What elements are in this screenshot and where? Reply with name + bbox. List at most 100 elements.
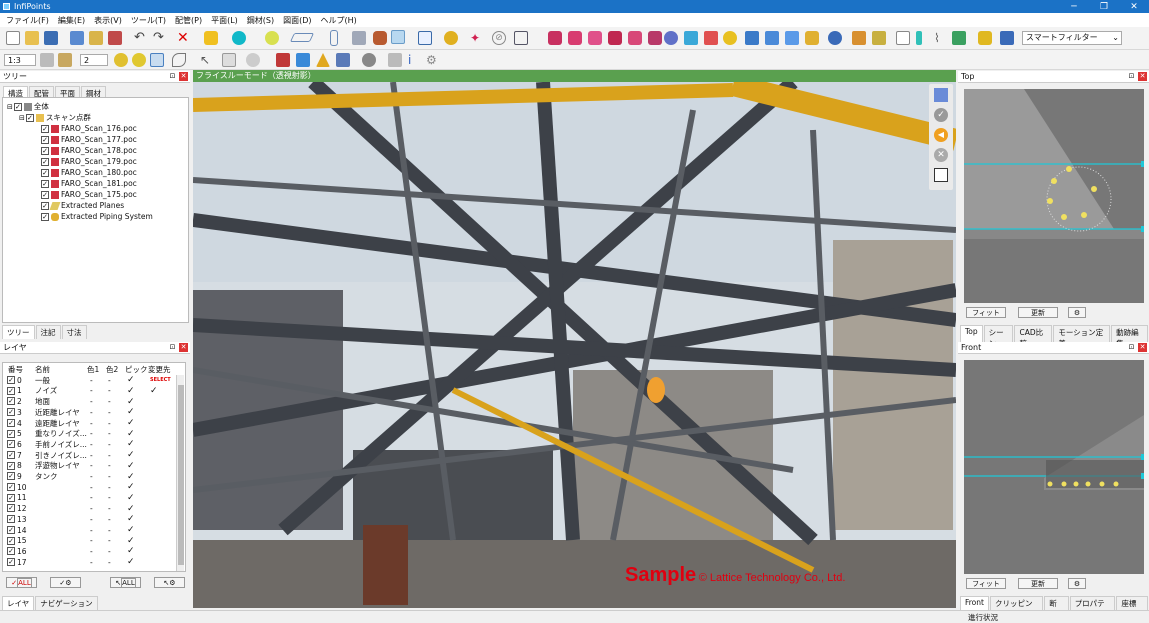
- top-view-canvas[interactable]: [964, 89, 1145, 303]
- box-select-icon[interactable]: [204, 31, 218, 45]
- paperclip-icon[interactable]: ⌇: [934, 31, 948, 45]
- tree-node-scan[interactable]: ✓ FARO_Scan_181.poc: [41, 178, 137, 189]
- layer-visible-checkbox[interactable]: ✓: [7, 483, 15, 491]
- menu-piping[interactable]: 配管(P): [175, 15, 202, 26]
- view-icon[interactable]: [418, 31, 432, 45]
- tree-node-scan[interactable]: ✓ FARO_Scan_180.poc: [41, 167, 137, 178]
- pin-icon[interactable]: ⊡: [1127, 343, 1136, 352]
- layer-pick-cell[interactable]: ✓: [127, 429, 135, 439]
- tab-annotation[interactable]: 注記: [35, 325, 61, 339]
- layer-pick-cell[interactable]: ✓: [127, 525, 135, 535]
- camera-icon[interactable]: [934, 88, 948, 102]
- check-all-button[interactable]: ✓ALL: [6, 577, 37, 588]
- note-icon[interactable]: [896, 31, 910, 45]
- layer-row[interactable]: ✓ 0 一般 - - ✓ SELECT: [3, 375, 177, 386]
- layer-pick-cell[interactable]: ✓: [127, 418, 135, 428]
- checkbox-icon[interactable]: ✓: [41, 146, 49, 155]
- layer-pick-cell[interactable]: ✓: [127, 375, 135, 385]
- tree-node-scan[interactable]: ✓ FARO_Scan_179.poc: [41, 156, 137, 167]
- checkbox-icon[interactable]: ✓: [41, 201, 49, 210]
- menu-plane[interactable]: 平面(L): [211, 15, 238, 26]
- menu-drawing[interactable]: 図面(D): [283, 15, 311, 26]
- checkbox-icon[interactable]: ✓: [25, 113, 34, 122]
- layer-row[interactable]: ✓ 8 浮遊物レイヤ - - ✓: [3, 461, 177, 472]
- layer-visible-checkbox[interactable]: ✓: [7, 504, 15, 513]
- tree-noise-icon[interactable]: [704, 31, 718, 45]
- tree-node-scan[interactable]: ✓ FARO_Scan_176.poc: [41, 123, 137, 134]
- scatter-icon[interactable]: [684, 31, 698, 45]
- layer-pick-cell[interactable]: ✓: [127, 557, 135, 567]
- layer-copy-icon[interactable]: [765, 31, 779, 45]
- layer-visible-checkbox[interactable]: ✓: [7, 461, 15, 470]
- play-back-icon[interactable]: ◀: [934, 128, 948, 142]
- menu-view[interactable]: 表示(V): [94, 15, 122, 26]
- layer-pick-cell[interactable]: ✓: [127, 546, 135, 556]
- compass-icon[interactable]: [444, 31, 458, 45]
- layer-dest-cell[interactable]: ✓: [150, 386, 158, 396]
- grid-icon[interactable]: [40, 53, 54, 67]
- stairs-icon[interactable]: [388, 53, 402, 67]
- planet-icon[interactable]: [246, 53, 260, 67]
- snapshot-icon[interactable]: [362, 53, 376, 67]
- layer-pick-cell[interactable]: ✓: [127, 397, 135, 407]
- layer-visible-checkbox[interactable]: ✓: [7, 386, 15, 395]
- polygon-icon[interactable]: [222, 53, 236, 67]
- tree-node-scan[interactable]: ✓ FARO_Scan_175.poc: [41, 189, 137, 200]
- cylinder-icon[interactable]: [330, 30, 338, 46]
- layer-pick-cell[interactable]: ✓: [127, 504, 135, 514]
- cheese-icon[interactable]: [805, 31, 819, 45]
- layer-pick-cell[interactable]: ✓: [127, 407, 135, 417]
- layer-pick-cell[interactable]: ✓: [127, 472, 135, 482]
- lasso-icon[interactable]: [172, 53, 186, 67]
- menu-file[interactable]: ファイル(F): [6, 15, 49, 26]
- triangle-icon[interactable]: [316, 53, 330, 67]
- menu-tool[interactable]: ツール(T): [131, 15, 166, 26]
- point-cloud-scene[interactable]: [193, 70, 956, 608]
- scale-select[interactable]: 1:3: [4, 54, 36, 66]
- object-icon[interactable]: [978, 31, 992, 45]
- clip-plane-icon[interactable]: [568, 31, 582, 45]
- smart-filter-select[interactable]: スマートフィルター ⌄: [1022, 31, 1122, 45]
- close-icon[interactable]: ✕: [179, 343, 188, 352]
- checkbox-icon[interactable]: ✓: [41, 190, 49, 199]
- layer-row[interactable]: ✓ 4 遠距離レイヤ - - ✓: [3, 418, 177, 429]
- layer-row[interactable]: ✓ 11- - ✓: [3, 493, 177, 504]
- delete-icon[interactable]: ✕: [177, 31, 191, 45]
- layer-row[interactable]: ✓ 7 引きノイズレ... - - ✓: [3, 450, 177, 461]
- layer-row[interactable]: ✓ 1 ノイズ - - ✓ ✓: [3, 386, 177, 397]
- dots-icon[interactable]: [114, 53, 128, 67]
- front-fit-button[interactable]: フィット: [966, 578, 1006, 589]
- layer-visible-checkbox[interactable]: ✓: [7, 557, 15, 566]
- layer-visible-checkbox[interactable]: ✓: [7, 440, 15, 449]
- top-view-scene[interactable]: [964, 89, 1145, 303]
- layer-row[interactable]: ✓ 9 タンク - - ✓: [3, 471, 177, 482]
- layer-visible-checkbox[interactable]: ✓: [7, 515, 15, 524]
- marker-icon[interactable]: [916, 31, 922, 45]
- check-circle-icon[interactable]: ✓: [934, 108, 948, 122]
- checkbox-icon[interactable]: ✓: [41, 124, 49, 133]
- check-visible-button[interactable]: ✓⚙: [50, 577, 81, 588]
- open-folder-icon[interactable]: [25, 31, 39, 45]
- import-icon[interactable]: [70, 31, 84, 45]
- frame-icon[interactable]: [934, 168, 948, 182]
- layer-row[interactable]: ✓ 5 重なりノイズ... - - ✓: [3, 429, 177, 440]
- export-icon[interactable]: [89, 31, 103, 45]
- scatter-points-icon[interactable]: [132, 53, 146, 67]
- edit-note-icon[interactable]: [952, 31, 966, 45]
- tab-layer[interactable]: レイヤ: [2, 596, 35, 610]
- select-points-icon[interactable]: [664, 31, 678, 45]
- layer-row[interactable]: ✓ 14- - ✓: [3, 525, 177, 536]
- info-icon[interactable]: ⅰ: [408, 53, 422, 67]
- layer-pick-cell[interactable]: ✓: [127, 386, 135, 396]
- tree-node-scan-group[interactable]: ⊟ ✓ スキャン点群: [19, 112, 91, 123]
- settings-icon[interactable]: ⚙: [426, 53, 440, 67]
- measure-icon[interactable]: [852, 31, 866, 45]
- filter-icon[interactable]: [1000, 31, 1014, 45]
- layer-visible-checkbox[interactable]: ✓: [7, 536, 15, 545]
- clip-slice-icon[interactable]: [628, 31, 642, 45]
- star-icon[interactable]: [723, 31, 737, 45]
- clip-sphere-icon[interactable]: [588, 31, 602, 45]
- checkbox-icon[interactable]: ✓: [41, 135, 49, 144]
- top-settings-icon[interactable]: ⚙: [1068, 307, 1086, 318]
- front-view-scene[interactable]: [964, 360, 1145, 574]
